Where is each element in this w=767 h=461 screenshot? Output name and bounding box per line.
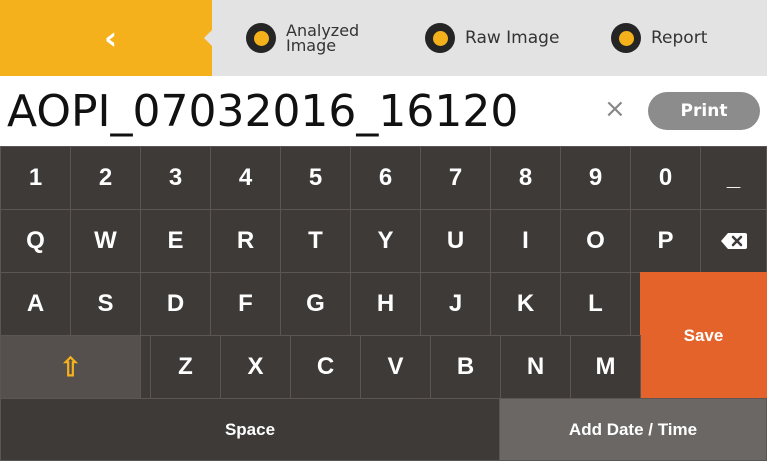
key-3[interactable]: 3	[140, 146, 211, 210]
key-o[interactable]: O	[560, 209, 631, 273]
backspace-icon	[720, 233, 747, 249]
key-z[interactable]: Z	[150, 335, 221, 399]
key-w[interactable]: W	[70, 209, 141, 273]
key-5[interactable]: 5	[280, 146, 351, 210]
key-4[interactable]: 4	[210, 146, 281, 210]
tab-pointer	[204, 30, 212, 46]
tab-label: Raw Image	[465, 28, 560, 48]
key-m[interactable]: M	[570, 335, 641, 399]
key-r[interactable]: R	[210, 209, 281, 273]
key-t[interactable]: T	[280, 209, 351, 273]
key-l[interactable]: L	[560, 272, 631, 336]
key-0[interactable]: 0	[630, 146, 701, 210]
key-7[interactable]: 7	[420, 146, 491, 210]
key-k[interactable]: K	[490, 272, 561, 336]
key-d[interactable]: D	[140, 272, 211, 336]
filename-input[interactable]: AOPI_07032016_16120	[7, 82, 518, 142]
key-underscore[interactable]: _	[700, 146, 767, 210]
key-8[interactable]: 8	[490, 146, 561, 210]
clear-icon[interactable]: ×	[604, 94, 626, 124]
tab-report[interactable]: Report	[611, 0, 707, 76]
key-x[interactable]: X	[220, 335, 291, 399]
key-6[interactable]: 6	[350, 146, 421, 210]
key-c[interactable]: C	[290, 335, 361, 399]
keyboard: 1 2 3 4 5 6 7 8 9 0 _ Q W E R T Y U I O …	[0, 146, 767, 461]
radio-icon	[246, 23, 276, 53]
key-j[interactable]: J	[420, 272, 491, 336]
backspace-key[interactable]	[700, 209, 767, 273]
radio-icon	[611, 23, 641, 53]
key-9[interactable]: 9	[560, 146, 631, 210]
key-y[interactable]: Y	[350, 209, 421, 273]
tab-label: Report	[651, 28, 708, 48]
top-bar: ‹ Analyzed Image Raw Image Report	[0, 0, 767, 76]
shift-icon: ⇧	[59, 351, 82, 382]
shift-key[interactable]: ⇧	[0, 335, 141, 399]
tab-raw-image[interactable]: Raw Image	[425, 0, 559, 76]
space-key[interactable]: Space	[0, 398, 500, 461]
key-s[interactable]: S	[70, 272, 141, 336]
key-q[interactable]: Q	[0, 209, 71, 273]
key-1[interactable]: 1	[0, 146, 71, 210]
key-b[interactable]: B	[430, 335, 501, 399]
key-p[interactable]: P	[630, 209, 701, 273]
key-i[interactable]: I	[490, 209, 561, 273]
key-n[interactable]: N	[500, 335, 571, 399]
key-u[interactable]: U	[420, 209, 491, 273]
key-f[interactable]: F	[210, 272, 281, 336]
add-date-time-button[interactable]: Add Date / Time	[499, 398, 767, 461]
tab-analyzed-image[interactable]: Analyzed Image	[246, 0, 376, 76]
key-e[interactable]: E	[140, 209, 211, 273]
tab-label: Analyzed Image	[286, 21, 360, 55]
key-a[interactable]: A	[0, 272, 71, 336]
key-2[interactable]: 2	[70, 146, 141, 210]
save-button[interactable]: Save	[640, 272, 767, 399]
print-button[interactable]: Print	[648, 92, 760, 130]
chevron-left-icon: ‹	[104, 19, 118, 57]
key-g[interactable]: G	[280, 272, 351, 336]
radio-icon	[425, 23, 455, 53]
key-h[interactable]: H	[350, 272, 421, 336]
screen: ‹ Analyzed Image Raw Image Report AOPI_07…	[0, 0, 767, 461]
back-button[interactable]: ‹	[0, 0, 212, 76]
key-v[interactable]: V	[360, 335, 431, 399]
